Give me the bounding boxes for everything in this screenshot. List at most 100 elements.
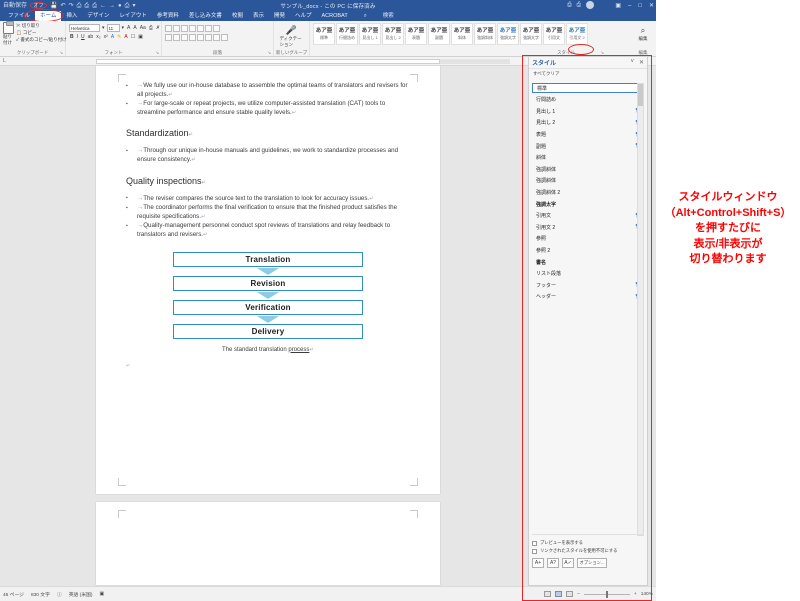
- styles-pane[interactable]: スタイル ˅ ✕ すべてクリア 標準 ▾ 行間詰め↵ 見出し 1¶a 見出し 2…: [528, 57, 648, 586]
- tab-selector-icon[interactable]: L: [3, 58, 6, 64]
- minimize-button[interactable]: –: [628, 3, 631, 9]
- document-page-2[interactable]: [96, 502, 440, 585]
- style-list-item[interactable]: 書名a: [532, 256, 644, 268]
- style-list-item[interactable]: 参照 2a: [532, 245, 644, 257]
- clear-all-button[interactable]: すべてクリア: [529, 69, 647, 78]
- style-gallery-item[interactable]: あア亜 表題: [405, 23, 427, 45]
- style-list-item[interactable]: 見出し 1¶a: [532, 106, 644, 118]
- tab-view[interactable]: 表示: [248, 11, 269, 21]
- bullets-icon[interactable]: [165, 25, 172, 32]
- style-list-item[interactable]: 強調斜体a: [532, 175, 644, 187]
- italic-button[interactable]: I: [76, 34, 79, 40]
- zoom-slider-thumb[interactable]: [605, 590, 608, 598]
- ribbon-tabs[interactable]: ファイル ホーム 挿入 デザイン レイアウト 参考資料 差し込み文書 校閲 表示…: [0, 11, 656, 21]
- status-bar[interactable]: 46 ページ 830 文字 ⓘ 英語 (米国) ▣ – + 140%: [0, 586, 656, 601]
- justify-icon[interactable]: [189, 34, 196, 41]
- font-size-input[interactable]: 11: [106, 24, 120, 32]
- font-color-button[interactable]: A: [123, 34, 128, 40]
- zoom-slider[interactable]: [583, 590, 630, 598]
- style-list-item[interactable]: 引用文 2¶a: [532, 222, 644, 234]
- tab-insert[interactable]: 挿入: [61, 11, 82, 21]
- scrollbar-thumb[interactable]: [638, 84, 643, 106]
- style-list-item[interactable]: フッター¶a: [532, 280, 644, 292]
- style-gallery-item[interactable]: あア亜 引用文: [543, 23, 565, 45]
- avatar[interactable]: [586, 1, 594, 9]
- disable-linked-styles-row[interactable]: リンクされたスタイルを使用不可にする: [532, 548, 644, 554]
- tab-developer[interactable]: 開発: [269, 11, 290, 21]
- accessibility-icon[interactable]: ▣: [99, 592, 104, 597]
- copy-button[interactable]: 📋 コピー: [16, 30, 67, 36]
- character-shading-button[interactable]: ▣: [137, 34, 144, 40]
- numbering-icon[interactable]: [173, 25, 180, 32]
- character-border-button[interactable]: ☐: [130, 34, 136, 40]
- font-size-dropdown-icon[interactable]: ▾: [121, 25, 126, 31]
- sort-icon[interactable]: [205, 25, 212, 32]
- underline-button[interactable]: U: [80, 34, 86, 40]
- styles-gallery[interactable]: あア亜 標準 あア亜 行間詰め あア亜 見出し 1 あア亜 見出し 2 あア亜 表題 あア…: [313, 22, 588, 45]
- styles-list[interactable]: 標準 ▾ 行間詰め↵ 見出し 1¶a 見出し 2¶a 表題¶a 副題¶a 斜体a…: [532, 83, 644, 536]
- style-gallery-item[interactable]: あア亜 強調太字: [520, 23, 542, 45]
- font-name-dropdown-icon[interactable]: ▾: [101, 25, 106, 31]
- translation-process-flowchart[interactable]: Translation Revision Verification Delive…: [126, 251, 410, 339]
- flow-box-verification[interactable]: Verification: [173, 299, 363, 315]
- options-button[interactable]: オプション...: [577, 558, 607, 568]
- align-center-icon[interactable]: [173, 34, 180, 41]
- manage-styles-button[interactable]: A✓: [562, 558, 574, 568]
- style-list-item[interactable]: 強調太字a: [532, 198, 644, 210]
- tab-home[interactable]: ホーム: [35, 11, 62, 21]
- style-list-item[interactable]: 斜体a: [532, 152, 644, 164]
- window-controls[interactable]: ▣ – □ ✕: [615, 0, 654, 11]
- styles-pane-close-icon[interactable]: ✕: [639, 59, 644, 66]
- language-status[interactable]: 英語 (米国): [69, 591, 93, 598]
- paste-button[interactable]: 貼り付け: [3, 21, 14, 46]
- tab-help[interactable]: ヘルプ: [290, 11, 317, 21]
- page-number-status[interactable]: 46 ページ: [3, 591, 24, 598]
- document-page-1[interactable]: →We fully use our in-house database to a…: [96, 66, 440, 494]
- style-list-item-selected[interactable]: 標準 ▾: [532, 83, 644, 93]
- borders-icon[interactable]: [221, 34, 228, 41]
- style-list-item[interactable]: 行間詰め↵: [532, 94, 644, 106]
- font-dialog-launcher[interactable]: ↘: [155, 50, 159, 56]
- style-gallery-item[interactable]: あア亜 行間詰め: [336, 23, 358, 45]
- style-list-item[interactable]: 参照a: [532, 233, 644, 245]
- clipboard-dialog-launcher[interactable]: ↘: [59, 50, 63, 56]
- style-list-item[interactable]: 引用文¶a: [532, 210, 644, 222]
- strikethrough-button[interactable]: ab: [87, 34, 95, 40]
- show-formatting-marks-icon[interactable]: [213, 25, 220, 32]
- word-count-status[interactable]: 830 文字: [31, 591, 50, 598]
- style-gallery-item[interactable]: あア亜 強調太字: [497, 23, 519, 45]
- increase-indent-icon[interactable]: [197, 25, 204, 32]
- tab-mailings[interactable]: 差し込み文書: [184, 11, 227, 21]
- print-layout-icon[interactable]: [555, 591, 563, 597]
- style-list-item[interactable]: ヘッダー¶a: [532, 291, 644, 303]
- proofing-icon[interactable]: ⓘ: [57, 591, 62, 598]
- style-gallery-item[interactable]: あア亜 副題: [428, 23, 450, 45]
- shading-icon[interactable]: [213, 34, 220, 41]
- editing-button[interactable]: ⌕ 編集: [633, 26, 653, 42]
- format-painter-button[interactable]: ✓ 書式のコピー/貼り付け: [16, 37, 67, 43]
- status-bar-right[interactable]: – + 140%: [544, 590, 653, 598]
- styles-pane-minimize-icon[interactable]: ˅: [630, 59, 634, 66]
- dictate-button[interactable]: 🎤 ディクテーション: [280, 25, 304, 48]
- change-case-button[interactable]: Aa: [139, 25, 147, 31]
- zoom-level[interactable]: 140%: [641, 592, 653, 597]
- text-effects-button[interactable]: A: [110, 34, 115, 40]
- search-icon[interactable]: ⌕: [359, 11, 372, 21]
- line-spacing-icon[interactable]: [205, 34, 212, 41]
- tab-acrobat[interactable]: ACROBAT: [317, 11, 353, 21]
- paragraph-dialog-launcher[interactable]: ↘: [267, 50, 271, 56]
- cut-button[interactable]: ✂ 切り取り: [16, 23, 67, 29]
- tab-layout[interactable]: レイアウト: [114, 11, 152, 21]
- paragraph-row-2[interactable]: [165, 34, 249, 41]
- paragraph-row-1[interactable]: [165, 25, 249, 32]
- show-preview-checkbox[interactable]: [532, 540, 537, 546]
- comments-icon[interactable]: ⎙: [577, 2, 581, 9]
- ribbon-display-options-icon[interactable]: ▣: [615, 2, 621, 9]
- style-gallery-item[interactable]: あア亜 強調斜体: [474, 23, 496, 45]
- bold-button[interactable]: B: [69, 34, 75, 40]
- multilevel-list-icon[interactable]: [181, 25, 188, 32]
- disable-linked-styles-checkbox[interactable]: [532, 548, 537, 554]
- style-gallery-item[interactable]: あア亜 見出し 1: [359, 23, 381, 45]
- zoom-out-button[interactable]: –: [577, 592, 580, 597]
- style-gallery-item[interactable]: あア亜 斜体: [451, 23, 473, 45]
